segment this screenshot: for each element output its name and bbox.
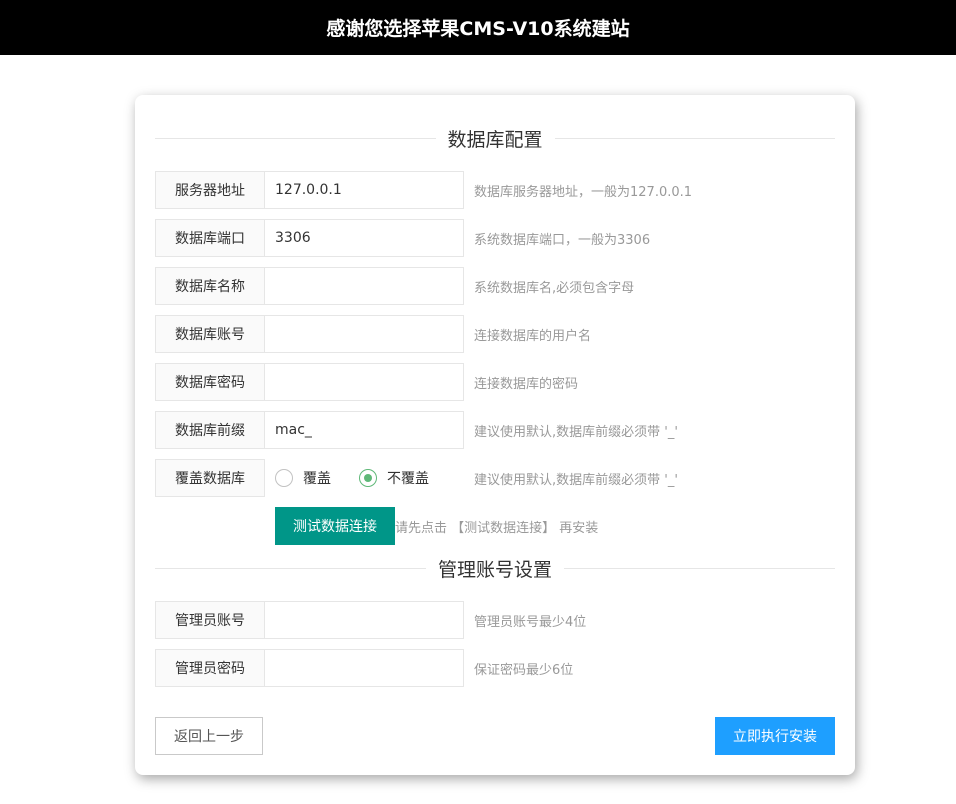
form-row-admin-pass: 管理员密码 保证密码最少6位 (155, 649, 835, 687)
overwrite-label: 覆盖数据库 (155, 459, 265, 497)
radio-checked-icon (359, 469, 377, 487)
overwrite-tip: 建议使用默认,数据库前缀必须带 '_' (474, 472, 678, 488)
divider-line (155, 567, 426, 569)
radio-no-overwrite-label: 不覆盖 (387, 471, 429, 487)
form-row-dbuser: 数据库账号 连接数据库的用户名 (155, 315, 835, 353)
dbuser-label: 数据库账号 (155, 315, 265, 353)
dbpass-label: 数据库密码 (155, 363, 265, 401)
admin-user-tip: 管理员账号最少4位 (474, 614, 587, 630)
form-row-admin-user: 管理员账号 管理员账号最少4位 (155, 601, 835, 639)
top-header-bar: 感谢您选择苹果CMS-V10系统建站 (0, 0, 956, 55)
back-button[interactable]: 返回上一步 (155, 717, 263, 755)
dbpass-input[interactable] (264, 363, 464, 401)
dbname-tip: 系统数据库名,必须包含字母 (474, 280, 635, 296)
dbname-input[interactable] (264, 267, 464, 305)
form-row-overwrite: 覆盖数据库 覆盖 不覆盖 建议使用默认,数据库前缀必须带 '_' (155, 459, 835, 497)
port-tip: 系统数据库端口，一般为3306 (474, 232, 651, 248)
prefix-tip: 建议使用默认,数据库前缀必须带 '_' (474, 424, 678, 440)
dbname-label: 数据库名称 (155, 267, 265, 305)
form-row-dbname: 数据库名称 系统数据库名,必须包含字母 (155, 267, 835, 305)
form-row-port: 数据库端口 3306 系统数据库端口，一般为3306 (155, 219, 835, 257)
admin-user-label: 管理员账号 (155, 601, 265, 639)
radio-no-overwrite[interactable]: 不覆盖 (359, 468, 429, 488)
port-input[interactable]: 3306 (264, 219, 464, 257)
db-section-title: 数据库配置 (447, 128, 543, 151)
admin-pass-label: 管理员密码 (155, 649, 265, 687)
prefix-input[interactable]: mac_ (264, 411, 464, 449)
prefix-label: 数据库前缀 (155, 411, 265, 449)
dbpass-tip: 连接数据库的密码 (474, 376, 579, 392)
test-connection-tip: 请先点击 【测试数据连接】 再安装 (395, 520, 599, 536)
overwrite-radio-group: 覆盖 不覆盖 (275, 459, 457, 497)
admin-user-input[interactable] (264, 601, 464, 639)
install-button[interactable]: 立即执行安装 (715, 717, 835, 755)
host-tip: 数据库服务器地址，一般为127.0.0.1 (474, 184, 693, 200)
test-connection-button[interactable]: 测试数据连接 (275, 507, 395, 545)
radio-unchecked-icon (275, 469, 293, 487)
admin-section-header: 管理账号设置 (155, 553, 836, 583)
port-label: 数据库端口 (155, 219, 265, 257)
form-row-host: 服务器地址 127.0.0.1 数据库服务器地址，一般为127.0.0.1 (155, 171, 835, 209)
header-title: 感谢您选择苹果CMS-V10系统建站 (326, 18, 630, 40)
divider-line (155, 137, 436, 139)
install-form-card: 数据库配置 服务器地址 127.0.0.1 数据库服务器地址，一般为127.0.… (135, 95, 855, 775)
radio-overwrite[interactable]: 覆盖 (275, 468, 331, 488)
dbuser-input[interactable] (264, 315, 464, 353)
admin-pass-tip: 保证密码最少6位 (474, 662, 574, 678)
host-input[interactable]: 127.0.0.1 (264, 171, 464, 209)
admin-section-title: 管理账号设置 (438, 558, 553, 581)
radio-overwrite-label: 覆盖 (303, 471, 331, 487)
divider-line (554, 137, 836, 139)
dbuser-tip: 连接数据库的用户名 (474, 328, 592, 344)
form-row-dbpass: 数据库密码 连接数据库的密码 (155, 363, 835, 401)
db-section-header: 数据库配置 (155, 123, 836, 153)
host-label: 服务器地址 (155, 171, 265, 209)
divider-line (564, 567, 836, 569)
admin-pass-input[interactable] (264, 649, 464, 687)
form-row-prefix: 数据库前缀 mac_ 建议使用默认,数据库前缀必须带 '_' (155, 411, 835, 449)
